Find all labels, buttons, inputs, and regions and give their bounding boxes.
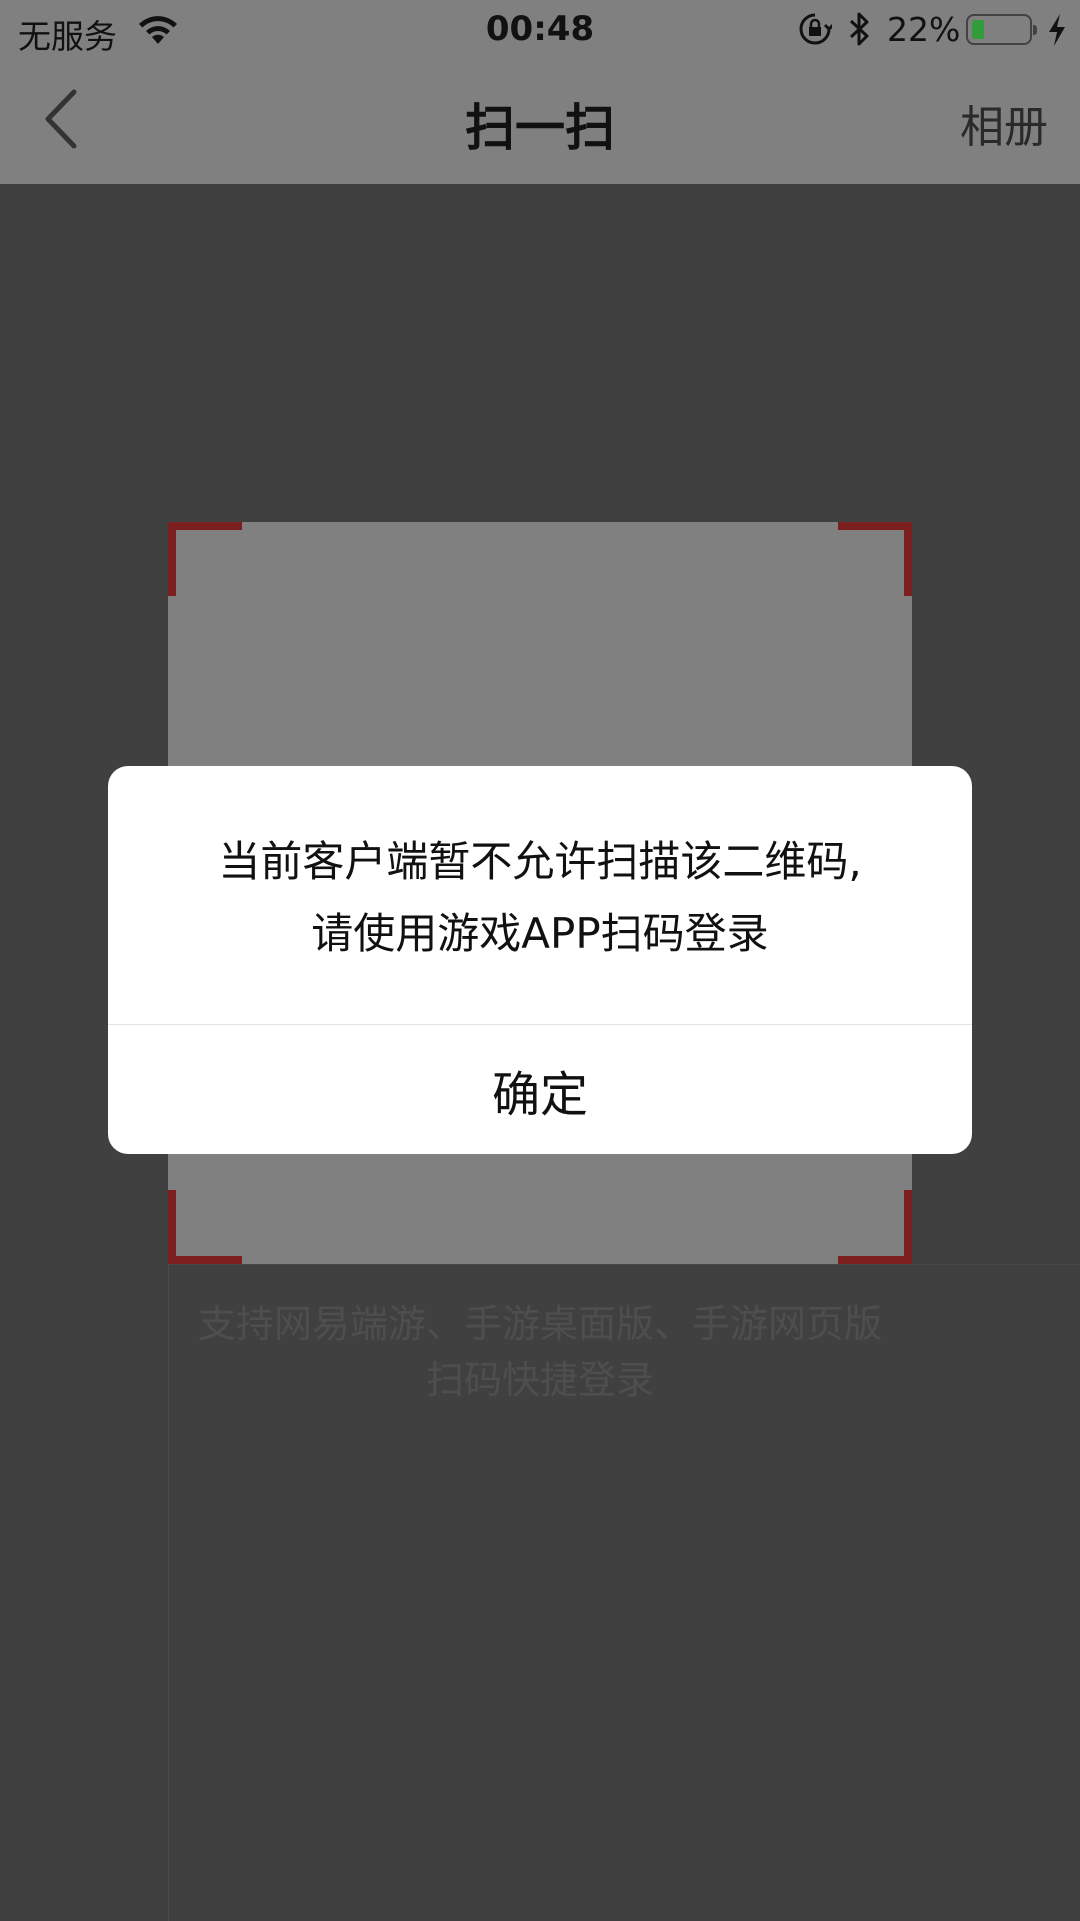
scan-hint: 支持网易端游、手游桌面版、手游网页版 扫码快捷登录 — [120, 1296, 960, 1408]
bluetooth-icon — [849, 12, 869, 46]
rotation-lock-icon — [799, 13, 832, 45]
battery-icon — [966, 14, 1037, 45]
dialog-message-line2: 请使用游戏APP扫码登录 — [311, 909, 769, 958]
scan-corner-top-left — [168, 522, 242, 596]
scan-corner-top-right — [838, 522, 912, 596]
battery-percent: 22% — [887, 10, 961, 49]
scan-hint-line1: 支持网易端游、手游桌面版、手游网页版 — [197, 1302, 882, 1346]
page-title: 扫一扫 — [465, 99, 615, 157]
nav-bar: 扫一扫 相册 — [0, 58, 1080, 184]
album-button[interactable]: 相册 — [960, 91, 1048, 155]
status-bar: 无服务 00:48 22% — [0, 0, 1080, 58]
scan-corner-bottom-right — [838, 1190, 912, 1264]
battery-level — [972, 20, 984, 39]
scan-guide-hline — [168, 1264, 1080, 1265]
scan-hint-line2: 扫码快捷登录 — [425, 1358, 654, 1402]
dialog-message: 当前客户端暂不允许扫描该二维码, 请使用游戏APP扫码登录 — [108, 826, 972, 970]
charging-icon — [1049, 14, 1065, 46]
confirm-button[interactable]: 确定 — [108, 1025, 972, 1154]
scan-corner-bottom-left — [168, 1190, 242, 1264]
dialog-message-line1: 当前客户端暂不允许扫描该二维码, — [218, 837, 862, 886]
alert-dialog: 当前客户端暂不允许扫描该二维码, 请使用游戏APP扫码登录 确定 — [108, 766, 972, 1154]
